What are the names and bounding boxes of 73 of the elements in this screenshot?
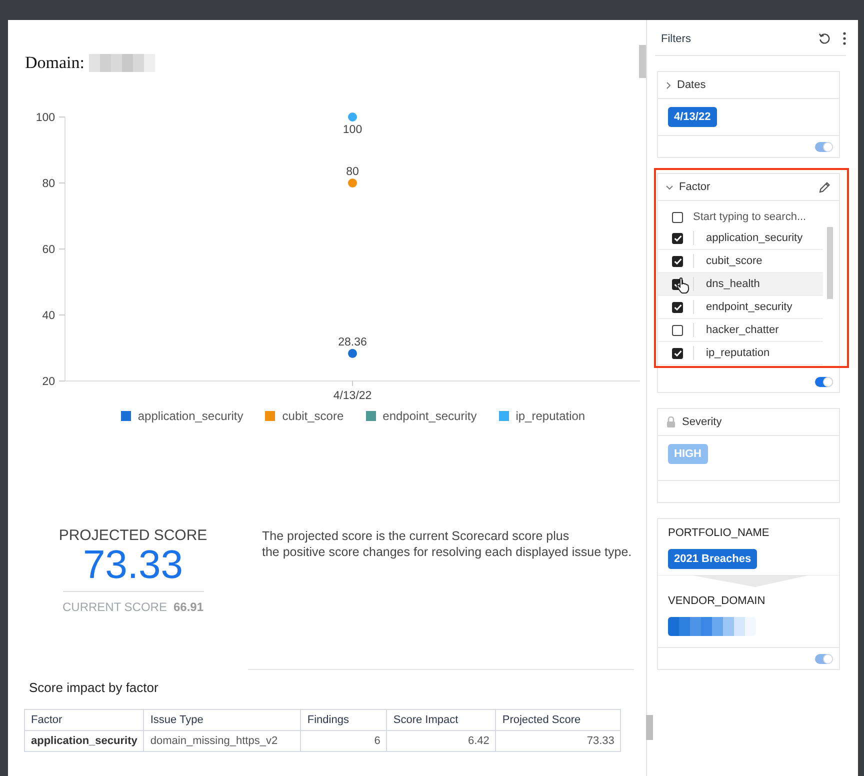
axis-tick-label: 100 <box>36 112 55 124</box>
factor-option[interactable]: hacker_chatter <box>658 319 823 342</box>
column-header[interactable]: Score Impact <box>386 710 496 730</box>
filter-chip[interactable]: 4/13/22 <box>668 107 717 127</box>
data-label: 80 <box>346 166 359 178</box>
projected-score-title: PROJECTED SCORE <box>58 527 208 544</box>
axis-tick-label: 20 <box>42 376 55 388</box>
more-options-icon[interactable] <box>843 32 846 45</box>
check-icon <box>674 280 682 288</box>
option-label[interactable]: endpoint_security <box>706 301 792 313</box>
pencil-icon[interactable] <box>818 180 831 194</box>
option-label[interactable]: dns_health <box>706 278 760 290</box>
table-cell: 6.42 <box>386 730 496 752</box>
legend-label[interactable]: application_security <box>138 409 244 423</box>
factor-option[interactable]: dns_health <box>658 273 823 296</box>
scrollbar-thumb[interactable] <box>827 227 833 299</box>
option-label[interactable]: ip_reputation <box>706 347 770 359</box>
blurred-chip[interactable] <box>668 617 756 636</box>
section-label: PORTFOLIO_NAME <box>668 527 770 539</box>
table-cell: 73.33 <box>496 730 621 752</box>
projected-score-value: 73.33 <box>82 544 184 586</box>
scrollbar-thumb[interactable] <box>639 45 646 78</box>
check-icon <box>674 350 682 356</box>
axis-tick-label: 60 <box>42 244 55 256</box>
table-title: Score impact by factor <box>29 680 160 695</box>
data-label: 28.36 <box>338 336 367 348</box>
search-field[interactable]: Start typing to search... <box>693 211 813 223</box>
legend-label[interactable]: cubit_score <box>282 409 344 423</box>
column-header[interactable]: Projected Score <box>496 710 621 730</box>
toggle-switch[interactable] <box>815 376 833 386</box>
factor-option[interactable]: application_security <box>658 227 823 250</box>
factor-option[interactable]: ip_reputation <box>658 342 823 365</box>
panel-title[interactable]: Factor <box>679 181 812 193</box>
select-all-checkbox[interactable] <box>672 212 683 222</box>
factor-option[interactable]: endpoint_security <box>658 296 823 319</box>
collapse-handle[interactable] <box>646 715 653 740</box>
checkbox[interactable] <box>672 256 683 266</box>
column-header[interactable]: Findings <box>300 710 387 730</box>
option-label[interactable]: cubit_score <box>706 255 762 267</box>
description-text: the positive score changes for resolving each displayed issue type. <box>262 545 632 559</box>
current-score-label: CURRENT SCORE <box>62 600 167 614</box>
section-label: VENDOR_DOMAIN <box>668 595 766 607</box>
axis-tick-label: 80 <box>42 178 55 190</box>
chevron-down-icon[interactable] <box>666 184 673 190</box>
legend-label[interactable]: ip_reputation <box>516 409 586 423</box>
legend-label[interactable]: endpoint_security <box>382 409 477 423</box>
table-cell: application_security <box>24 730 144 752</box>
panel-title[interactable]: Severity <box>682 416 831 428</box>
check-icon <box>674 304 682 310</box>
current-score-value: 66.91 <box>173 600 204 614</box>
filter-chip[interactable]: 2021 Breaches <box>668 549 758 569</box>
column-header[interactable]: Issue Type <box>144 710 301 730</box>
table-cell: domain_missing_https_v2 <box>144 730 301 752</box>
axis-tick-label: 40 <box>42 310 55 322</box>
check-icon <box>674 234 682 242</box>
option-label[interactable]: application_security <box>706 232 803 244</box>
column-header[interactable]: Factor <box>24 710 144 730</box>
hand-cursor-icon <box>676 277 690 294</box>
checkbox[interactable] <box>672 232 683 244</box>
panel-title[interactable]: Dates <box>677 79 831 91</box>
domain-label: Domain: <box>25 53 84 73</box>
checkbox[interactable] <box>672 302 683 312</box>
data-label: 100 <box>342 124 362 136</box>
chevron-right-icon[interactable] <box>666 82 671 88</box>
checkbox[interactable] <box>672 348 683 358</box>
description-text: The projected score is the current Scorecard score plus <box>262 529 570 543</box>
reset-icon[interactable] <box>818 32 831 45</box>
checkbox[interactable] <box>672 324 683 336</box>
option-label[interactable]: hacker_chatter <box>706 324 779 336</box>
table-cell: 6 <box>300 730 387 752</box>
check-icon <box>674 258 682 264</box>
filters-title: Filters <box>661 32 692 44</box>
axis-tick-label: 4/13/22 <box>333 390 372 402</box>
